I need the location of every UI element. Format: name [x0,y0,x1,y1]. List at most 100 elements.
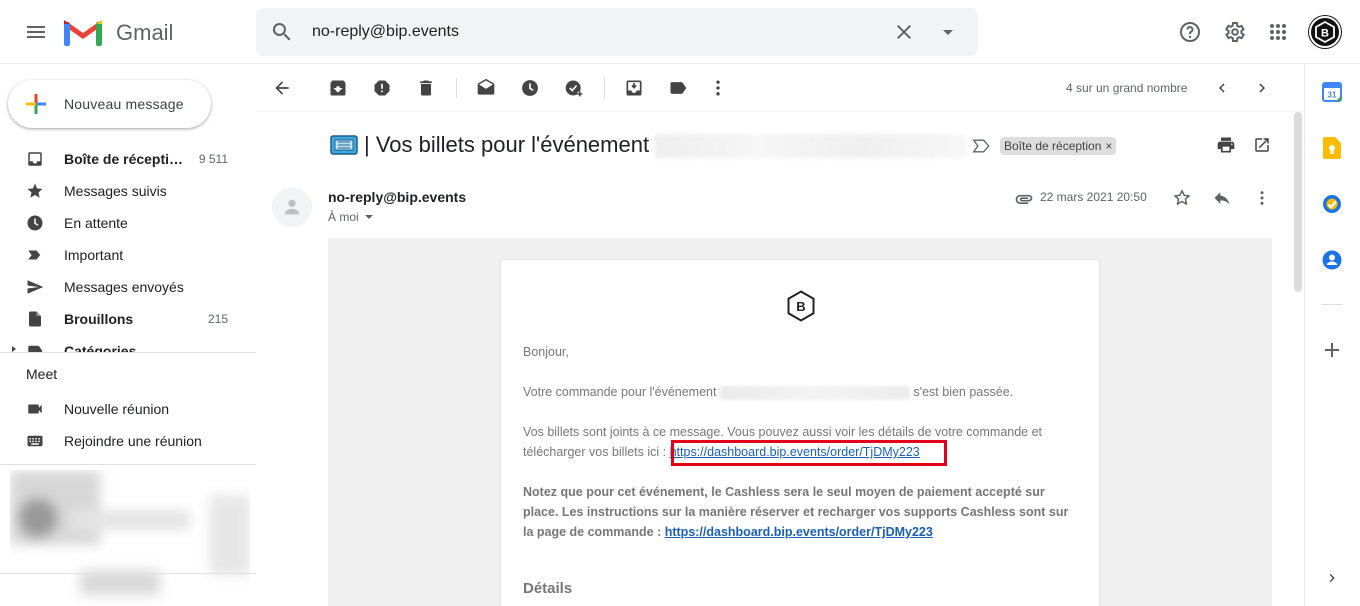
sidebar-item-label: En attente [64,215,128,231]
sender-name[interactable]: no-reply@bip.events [328,189,466,205]
clock-icon [26,214,44,232]
sidebar-item-label: Important [64,247,124,263]
add-addon-plus-icon[interactable] [1320,338,1344,362]
toolbar-divider [456,78,457,98]
chevron-right-icon[interactable] [1246,72,1278,104]
rail-divider [1322,304,1342,305]
inbox-label-chip: Boîte de réception × [1000,137,1117,155]
chevron-left-icon[interactable] [1206,72,1238,104]
divider [0,573,256,574]
clear-search-icon[interactable] [892,20,916,44]
print-icon[interactable] [1210,129,1242,161]
label-tag-icon[interactable] [662,72,694,104]
meet-join-label: Rejoindre une réunion [64,433,202,449]
settings-gear-icon[interactable] [1214,12,1254,52]
tasks-icon[interactable] [1320,192,1344,216]
calendar-icon[interactable]: 31 [1320,80,1344,104]
open-new-window-icon[interactable] [1246,129,1278,161]
keep-icon[interactable] [1320,136,1344,160]
importance-marker-icon[interactable] [972,137,992,155]
divider [0,464,256,465]
sidebar-item-snoozed[interactable]: En attente [0,207,256,239]
expand-arrow-icon[interactable] [10,345,18,352]
redacted-event-inline [719,385,910,400]
recipient-dropdown-icon[interactable] [363,211,375,223]
top-bar: Gmail B [0,0,1360,64]
compose-label: Nouveau message [64,96,184,112]
app-name: Gmail [116,20,174,45]
important-icon [26,246,44,264]
apps-grid-icon[interactable] [1258,12,1298,52]
delete-trash-icon[interactable] [410,72,442,104]
sidebar-item-drafts[interactable]: Brouillons 215 [0,303,256,335]
sidebar-item-important[interactable]: Important [0,239,256,271]
label-text: Boîte de réception [1004,139,1102,153]
star-toggle-icon[interactable] [1166,182,1198,214]
meet-join-meeting[interactable]: Rejoindre une réunion [0,425,256,457]
recipient-text: À moi [328,210,359,224]
more-options-icon[interactable] [1246,182,1278,214]
svg-text:31: 31 [1328,91,1337,100]
sidebar-item-sent[interactable]: Messages envoyés [0,271,256,303]
cashless-order-link[interactable]: https://dashboard.bip.events/order/TjDMy… [665,525,933,539]
more-vert-icon[interactable] [702,72,734,104]
move-to-icon[interactable] [618,72,650,104]
recipient-details[interactable]: À moi [328,210,375,224]
message-date: 22 mars 2021 20:50 [1040,190,1147,204]
divider [256,111,1304,112]
compose-button[interactable]: Nouveau message [8,80,211,128]
email-order-line: Votre commande pour l'événement s'est bi… [523,385,1014,400]
email-greeting: Bonjour, [523,345,569,359]
draft-count: 215 [207,312,228,326]
main-menu-icon[interactable] [16,12,56,52]
search-options-icon[interactable] [936,20,960,44]
sidebar-item-starred[interactable]: Messages suivis [0,175,256,207]
mark-unread-icon[interactable] [470,72,502,104]
email-cashless-paragraph: Notez que pour cet événement, le Cashles… [523,485,1069,539]
sidebar-item-label: Messages envoyés [64,279,184,295]
account-avatar[interactable]: B [1309,16,1341,48]
back-arrow-icon[interactable] [266,72,298,104]
reply-icon[interactable] [1206,182,1238,214]
send-icon [26,278,44,296]
help-icon[interactable] [1170,12,1210,52]
remove-label-icon[interactable]: × [1105,137,1112,155]
expand-panel-chevron-icon[interactable] [1320,566,1344,590]
search-icon[interactable] [270,20,294,44]
video-camera-icon [26,400,44,418]
scrollbar-thumb[interactable] [1294,112,1302,292]
gmail-logo-icon[interactable] [64,18,102,46]
toolbar-divider [604,78,605,98]
attachment-icon [1014,189,1034,209]
search-bar[interactable] [256,8,978,56]
report-spam-icon[interactable] [366,72,398,104]
pagination-text: 4 sur un grand nombre [1066,81,1188,95]
divider [0,352,256,353]
meet-section-title: Meet [26,366,58,382]
sidebar-item-label: Catégories [64,343,137,352]
snooze-clock-icon[interactable] [514,72,546,104]
inbox-icon [26,150,44,168]
contacts-icon[interactable] [1320,248,1344,272]
archive-icon[interactable] [322,72,354,104]
bip-logo-icon: B [787,290,815,322]
sidebar-item-inbox[interactable]: Boîte de réception 9 511 [0,143,256,175]
meet-new-label: Nouvelle réunion [64,401,170,417]
sidebar-item-categories[interactable]: Catégories [0,335,256,352]
label-icon [26,342,44,352]
sidebar-item-label: Boîte de réception [64,151,184,167]
email-subject: | Vos billets pour l'événement [364,132,650,157]
redacted-event-name [655,134,967,158]
details-heading: Détails [523,580,573,597]
email-content-card: B Bonjour, Votre commande pour l'événeme… [500,259,1100,606]
add-to-tasks-icon[interactable] [558,72,590,104]
sidebar-item-label: Messages suivis [64,183,167,199]
keyboard-icon [26,432,44,450]
sender-avatar[interactable] [272,187,312,227]
search-input[interactable] [312,8,872,56]
svg-text:B: B [1321,28,1329,40]
unread-count: 9 511 [198,152,228,166]
compose-plus-icon [24,92,48,116]
meet-new-meeting[interactable]: Nouvelle réunion [0,393,256,425]
highlight-box [671,440,947,466]
